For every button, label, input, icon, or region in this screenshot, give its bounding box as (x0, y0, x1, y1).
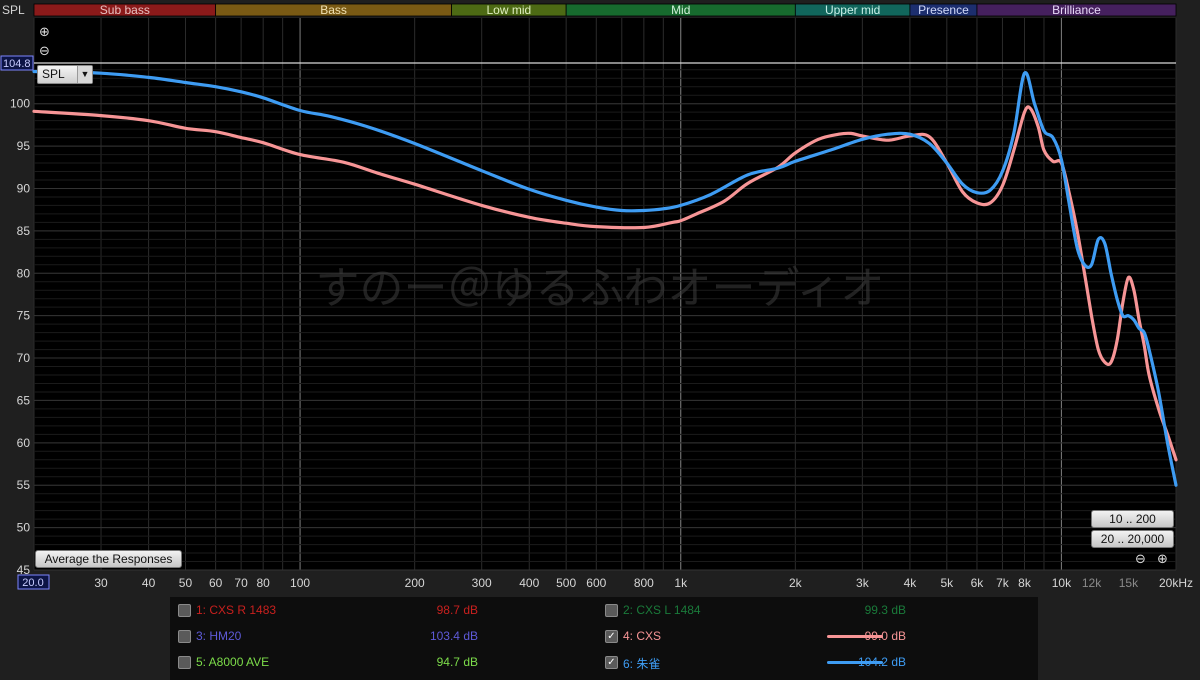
legend-checkbox[interactable]: ✓ (605, 630, 618, 643)
x-tick-label: 15k (1119, 576, 1139, 590)
average-responses-button[interactable]: Average the Responses (35, 550, 182, 568)
horizontal-zoom-out-icon[interactable]: ⊖ (1135, 552, 1146, 565)
x-tick-label: 100 (290, 576, 310, 590)
x-tick-label: 12k (1082, 576, 1102, 590)
band-label: Mid (671, 3, 690, 17)
y-tick-label: 75 (17, 309, 31, 323)
x-tick-label: 400 (519, 576, 539, 590)
x-tick-label: 500 (556, 576, 576, 590)
band-label: Bass (320, 3, 347, 17)
band-label: Presence (918, 3, 969, 17)
x-tick-label: 8k (1018, 576, 1032, 590)
y-tick-label: 50 (17, 521, 31, 535)
legend-label: 4: CXS (623, 629, 662, 643)
y-tick-label: 55 (17, 478, 31, 492)
x-tick-label: 10k (1052, 576, 1072, 590)
legend-item: ✓ 4: CXS 99.0 dB (170, 627, 1038, 645)
y-tick-label: 85 (17, 224, 31, 238)
x-tick-label: 800 (634, 576, 654, 590)
x-tick-label: 70 (234, 576, 248, 590)
x-tick-label: 50 (179, 576, 193, 590)
band-label: Sub bass (100, 3, 150, 17)
legend-checkbox[interactable] (605, 604, 618, 617)
legend-line-swatch (827, 635, 883, 638)
band-label: Upper mid (825, 3, 880, 17)
x-tick-label: 7k (996, 576, 1010, 590)
legend-panel: 1: CXS R 1483 98.7 dB 2: CXS L 1484 99.3 dB… (170, 597, 1038, 680)
legend-line-swatch (827, 661, 883, 664)
measurement-type-select[interactable]: SPL ▼ (37, 65, 93, 84)
y-tick-label: 65 (17, 393, 31, 407)
cursor-value-label: 104.8 (3, 58, 31, 70)
legend-item: 2: CXS L 1484 99.3 dB (170, 601, 1038, 619)
chevron-down-icon[interactable]: ▼ (77, 66, 92, 83)
x-start-label: 20.0 (22, 577, 43, 589)
x-tick-label: 600 (586, 576, 606, 590)
plot-svg: Sub bass Bass Low mid Mid Upper mid Presence B… (0, 3, 1193, 590)
x-tick-label: 4k (904, 576, 918, 590)
legend-item: ✓6: 朱雀104.2 dB (170, 653, 1038, 671)
measurement-type-value: SPL (42, 67, 65, 81)
frequency-response-chart: Sub bass Bass Low mid Mid Upper mid Presence B… (0, 0, 1200, 680)
legend-value: 99.3 dB (864, 603, 906, 617)
y-tick-label: 60 (17, 436, 31, 450)
x-tick-label: 60 (209, 576, 223, 590)
band-label: Brilliance (1052, 3, 1101, 17)
horizontal-zoom-in-icon[interactable]: ⊕ (1157, 552, 1168, 565)
x-tick-label: 5k (940, 576, 954, 590)
x-tick-label: 300 (472, 576, 492, 590)
legend-label: 2: CXS L 1484 (623, 603, 701, 617)
x-tick-label: 6k (971, 576, 985, 590)
legend-label: 6: 朱雀 (623, 657, 661, 671)
legend-checkbox[interactable]: ✓ (605, 656, 618, 669)
x-tick-label: 80 (257, 576, 271, 590)
y-tick-label: 90 (17, 181, 31, 195)
y-axis-label: SPL (2, 3, 25, 17)
y-tick-label: 95 (17, 139, 31, 153)
y-tick-label: 80 (17, 266, 31, 280)
zoom-in-icon[interactable]: ⊕ (39, 25, 50, 38)
range-10-200-button[interactable]: 10 .. 200 (1091, 510, 1174, 528)
band-label: Low mid (487, 3, 532, 17)
range-20-20000-button[interactable]: 20 .. 20,000 (1091, 530, 1174, 548)
x-tick-label: 30 (94, 576, 108, 590)
x-tick-label: 1k (674, 576, 688, 590)
x-tick-label: 3k (856, 576, 870, 590)
y-tick-label: 70 (17, 351, 31, 365)
x-tick-label: 200 (405, 576, 425, 590)
x-tick-label: 20kHz (1159, 576, 1193, 590)
x-tick-label: 40 (142, 576, 156, 590)
watermark-text: すのー＠ゆるふわオーディオ (316, 263, 885, 314)
x-tick-label: 2k (789, 576, 803, 590)
y-tick-label: 100 (10, 97, 30, 111)
zoom-out-icon[interactable]: ⊖ (39, 44, 50, 57)
